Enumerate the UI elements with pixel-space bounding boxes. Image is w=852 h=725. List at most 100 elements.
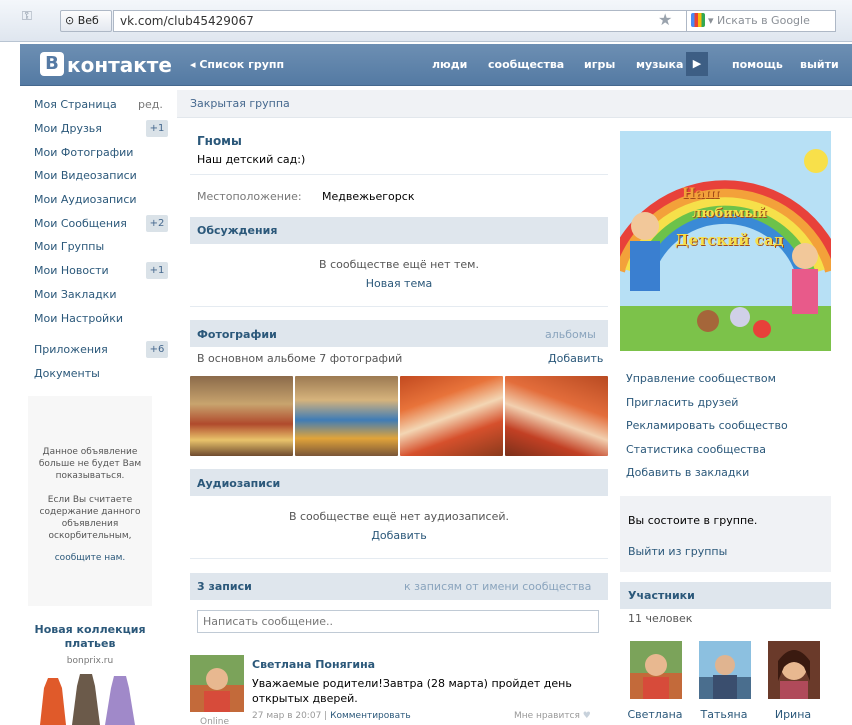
apps-count-badge[interactable]: +6 (146, 341, 168, 358)
ad-report-link[interactable]: сообщите нам. (32, 553, 148, 563)
nav-communities[interactable]: сообщества (488, 58, 564, 71)
menu-my-news[interactable]: Мои Новости (34, 264, 109, 277)
menu-documents[interactable]: Документы (34, 367, 100, 380)
search-placeholder: Искать в Google (717, 14, 810, 27)
ad-source[interactable]: bonprix.ru (28, 656, 152, 666)
location-label: Местоположение: (197, 190, 302, 203)
cover-title-1: Наш (682, 186, 720, 202)
add-audio-link[interactable]: Добавить (190, 529, 608, 542)
member-avatar[interactable] (630, 641, 682, 699)
menu-my-messages[interactable]: Мои Сообщения (34, 217, 127, 230)
ad-title[interactable]: Новая коллекция платьев (28, 623, 152, 651)
photo-thumbnail[interactable] (190, 376, 293, 456)
menu-my-settings[interactable]: Мои Настройки (34, 312, 123, 325)
members-title[interactable]: Участники (628, 589, 695, 602)
dropdown-icon[interactable]: ▾ (708, 14, 714, 27)
group-name: Гномы (197, 134, 242, 148)
wall-message-input[interactable]: Написать сообщение.. (197, 610, 599, 633)
menu-my-photos[interactable]: Мои Фотографии (34, 146, 133, 159)
audio-empty: В сообществе ещё нет аудиозаписей. (288, 510, 510, 523)
nav-help[interactable]: помощь (732, 58, 783, 71)
nav-games[interactable]: игры (584, 58, 615, 71)
manage-community-link[interactable]: Управление сообществом (626, 372, 776, 385)
member-name[interactable]: Светлана (620, 708, 690, 721)
ad-report-line: объявления (61, 519, 119, 529)
nav-people[interactable]: люди (432, 58, 467, 71)
menu-my-page[interactable]: Моя Страница (34, 98, 117, 111)
cover-title-3: Детский сад (675, 231, 784, 249)
web-button-label: Веб (77, 14, 99, 27)
ad-removed-line: показываться. (55, 471, 125, 481)
friends-count-badge[interactable]: +1 (146, 120, 168, 137)
divider (190, 174, 608, 175)
menu-my-videos[interactable]: Мои Видеозаписи (34, 169, 137, 182)
ad-removed-notice: Данное объявление больше не будет Вам по… (32, 446, 148, 542)
heart-icon: ♥ (582, 711, 591, 721)
post-author-avatar[interactable] (190, 655, 244, 712)
google-search-box[interactable]: ▾ Искать в Google (686, 10, 836, 32)
like-label: Мне нравится (514, 711, 580, 721)
photo-thumbnail[interactable] (505, 376, 608, 456)
discussions-title[interactable]: Обсуждения (197, 224, 277, 237)
address-bar[interactable]: vk.com/club45429067 (113, 10, 688, 32)
community-stats-link[interactable]: Статистика сообщества (626, 443, 766, 456)
online-status: Online (200, 717, 230, 725)
new-topic-link[interactable]: Новая тема (190, 277, 608, 290)
menu-my-groups[interactable]: Мои Группы (34, 240, 104, 253)
web-button[interactable]: ⊙ Веб (60, 10, 112, 32)
photos-subtitle: В основном альбоме 7 фотографий (197, 352, 403, 365)
invite-friends-link[interactable]: Пригласить друзей (626, 396, 738, 409)
like-button[interactable]: Мне нравится ♥ (514, 711, 591, 721)
photos-title[interactable]: Фотографии (197, 328, 277, 341)
divider (190, 558, 608, 559)
albums-link[interactable]: альбомы (545, 328, 596, 341)
member-name[interactable]: Татьяна (689, 708, 759, 721)
membership-status: Вы состоите в группе. (628, 514, 758, 527)
vk-logo-text: контакте (67, 53, 172, 77)
group-list-link[interactable]: ◂ Список групп (190, 58, 284, 71)
post-date[interactable]: 27 мар в 20:07 (252, 711, 321, 721)
key-icon: ⚿ (22, 9, 32, 24)
google-icon (691, 13, 705, 27)
post-author-name[interactable]: Светлана Понягина (252, 658, 375, 671)
group-cover-image[interactable]: Наш любимый Детский сад (620, 131, 831, 351)
comment-link[interactable]: Комментировать (330, 711, 411, 721)
edit-menu-link[interactable]: ред. (138, 98, 163, 111)
photo-thumbnail[interactable] (295, 376, 398, 456)
audio-title[interactable]: Аудиозаписи (197, 477, 280, 490)
leave-group-link[interactable]: Выйти из группы (628, 545, 727, 558)
photo-thumbnail[interactable] (400, 376, 503, 456)
member-avatar[interactable] (768, 641, 820, 699)
posts-as-community-link[interactable]: к записям от имени сообщества (404, 580, 591, 593)
ad-dresses-image[interactable] (36, 674, 146, 725)
member-avatar[interactable] (699, 641, 751, 699)
nav-music[interactable]: музыка (636, 58, 683, 71)
news-count-badge[interactable]: +1 (146, 262, 168, 279)
divider (190, 306, 608, 307)
vk-logo[interactable]: Вконтакте (40, 52, 172, 78)
membership-box (620, 496, 831, 572)
ad-report-line: оскорбительным, (48, 531, 132, 541)
menu-apps[interactable]: Приложения (34, 343, 108, 356)
play-icon[interactable]: ▶ (686, 52, 708, 76)
advertise-community-link[interactable]: Рекламировать сообщество (626, 419, 788, 432)
wall-count[interactable]: 3 записи (197, 580, 252, 593)
add-bookmark-link[interactable]: Добавить в закладки (626, 466, 749, 479)
members-count: 11 человек (628, 612, 693, 625)
ad-removed-line: Данное объявление (42, 447, 138, 457)
nav-logout[interactable]: выйти (800, 58, 839, 71)
group-status: Наш детский сад:) (197, 153, 306, 166)
messages-count-badge[interactable]: +2 (146, 215, 168, 232)
ad-removed-line: больше не будет Вам (38, 459, 142, 469)
star-icon[interactable]: ★ (658, 10, 678, 32)
member-name[interactable]: Ирина (758, 708, 828, 721)
menu-my-friends[interactable]: Мои Друзья (34, 122, 102, 135)
closed-group-label: Закрытая группа (190, 97, 290, 110)
add-photo-link[interactable]: Добавить (548, 352, 603, 365)
location-value[interactable]: Медвежьегорск (322, 190, 414, 203)
cover-title-2: любимый (692, 206, 767, 221)
menu-my-audio[interactable]: Мои Аудиозаписи (34, 193, 137, 206)
discussions-empty: В сообществе ещё нет тем. (319, 258, 479, 271)
menu-my-bookmarks[interactable]: Мои Закладки (34, 288, 116, 301)
